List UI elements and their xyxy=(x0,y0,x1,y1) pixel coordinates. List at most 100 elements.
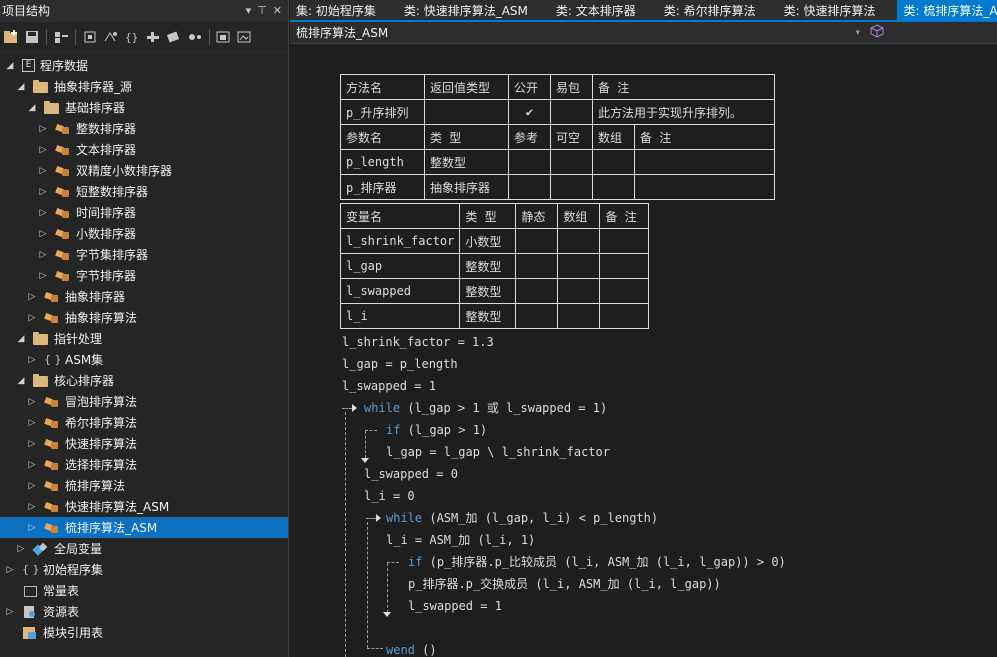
add-member-icon[interactable] xyxy=(144,28,162,46)
expand-arrow-icon[interactable]: ▷ xyxy=(15,543,27,555)
var-note-cell[interactable] xyxy=(599,278,650,304)
tree-item[interactable]: ▷ 希尔排序算法 xyxy=(0,412,288,433)
var-name-cell[interactable]: l_i xyxy=(339,303,461,329)
close-icon[interactable]: ✕ xyxy=(273,0,282,22)
tree-item[interactable]: ◢ 基础排序器 xyxy=(0,97,288,118)
collapse-arrow-icon[interactable]: ◢ xyxy=(15,81,27,93)
var-static-cell[interactable] xyxy=(515,278,559,304)
tree-item[interactable]: ▷ 抽象排序器 xyxy=(0,286,288,307)
var-array-cell[interactable] xyxy=(557,228,601,254)
code-line-while[interactable]: while (l_gap > 1 或 l_swapped = 1) xyxy=(364,399,607,417)
code-line[interactable]: l_swapped = 0 xyxy=(364,465,458,483)
tab-text-sorter[interactable]: 类: 文本排序器 xyxy=(550,0,642,20)
expand-arrow-icon[interactable]: ▷ xyxy=(37,228,49,240)
code-line[interactable]: l_swapped = 1 xyxy=(408,597,502,615)
cube-icon[interactable] xyxy=(870,24,884,41)
code-line[interactable]: l_i = 0 xyxy=(364,487,415,505)
expand-arrow-icon[interactable]: ▷ xyxy=(4,606,16,618)
tree-item[interactable]: ▷ 资源表 xyxy=(0,601,288,622)
add-constant-icon[interactable] xyxy=(186,28,204,46)
code-line[interactable]: l_shrink_factor = 1.3 xyxy=(342,333,494,351)
tree-item[interactable]: ▷ 选择排序算法 xyxy=(0,454,288,475)
var-static-cell[interactable] xyxy=(515,253,559,279)
expand-arrow-icon[interactable]: ▷ xyxy=(26,291,38,303)
param-null-cell[interactable] xyxy=(550,149,593,175)
add-brace-icon[interactable]: {} xyxy=(123,28,141,46)
param-ref-cell[interactable] xyxy=(508,174,551,200)
tab-quicksort-asm[interactable]: 类: 快速排序算法_ASM xyxy=(398,0,534,20)
code-editor[interactable]: 方法名 返回值类型 公开 易包 备 注 p_升序排列 ✔ 此方法用于实现升序排列… xyxy=(290,46,997,657)
expand-arrow-icon[interactable]: ▷ xyxy=(26,501,38,513)
tree-item[interactable]: ▷ 快速排序算法 xyxy=(0,433,288,454)
code-line-if[interactable]: if (p_排序器.p_比较成员 (l_i, ASM_加 (l_i, l_gap… xyxy=(408,553,786,571)
panel-menu-icon[interactable]: ▾ xyxy=(246,0,252,22)
code-line[interactable]: l_gap = p_length xyxy=(342,355,458,373)
param-array-cell[interactable] xyxy=(592,149,635,175)
add-class-icon[interactable] xyxy=(52,28,70,46)
code-line[interactable]: l_gap = l_gap \ l_shrink_factor xyxy=(386,443,610,461)
param-type-cell[interactable]: 抽象排序器 xyxy=(424,174,509,200)
expand-arrow-icon[interactable]: ▷ xyxy=(26,459,38,471)
add-image-icon[interactable] xyxy=(236,28,254,46)
new-folder-icon[interactable] xyxy=(2,28,20,46)
public-check-cell[interactable]: ✔ xyxy=(508,99,551,125)
tree-item[interactable]: 常量表 xyxy=(0,580,288,601)
tree-item[interactable]: ▷ 字节集排序器 xyxy=(0,244,288,265)
var-static-cell[interactable] xyxy=(515,228,559,254)
tree-item[interactable]: ◢ 抽象排序器_源 xyxy=(0,76,288,97)
pin-icon[interactable]: ⊤ xyxy=(257,0,267,22)
code-line[interactable]: l_swapped = 1 xyxy=(342,377,436,395)
add-variable-icon[interactable] xyxy=(165,28,183,46)
easy-pack-cell[interactable] xyxy=(550,99,593,125)
tree-item[interactable]: ▷ 梳排序算法_ASM xyxy=(0,517,288,538)
param-array-cell[interactable] xyxy=(592,174,635,200)
expand-arrow-icon[interactable]: ▷ xyxy=(26,480,38,492)
tree-item[interactable]: 模块引用表 xyxy=(0,622,288,643)
expand-arrow-icon[interactable]: ▷ xyxy=(37,249,49,261)
tree-item[interactable]: ▷ 冒泡排序算法 xyxy=(0,391,288,412)
add-resource-icon[interactable] xyxy=(215,28,233,46)
return-type-cell[interactable] xyxy=(424,99,509,125)
expand-arrow-icon[interactable]: ▷ xyxy=(37,123,49,135)
param-note-cell[interactable] xyxy=(634,174,775,200)
param-ref-cell[interactable] xyxy=(508,149,551,175)
expand-arrow-icon[interactable]: ▷ xyxy=(37,186,49,198)
var-type-cell[interactable]: 小数型 xyxy=(459,228,517,254)
code-line-wend[interactable]: wend () xyxy=(386,641,437,657)
expand-arrow-icon[interactable]: ▷ xyxy=(37,144,49,156)
expand-arrow-icon[interactable]: ▷ xyxy=(37,165,49,177)
code-line[interactable]: l_i = ASM_加 (l_i, 1) xyxy=(386,531,535,549)
collapse-arrow-icon[interactable]: ◢ xyxy=(26,102,38,114)
var-note-cell[interactable] xyxy=(599,253,650,279)
var-array-cell[interactable] xyxy=(557,253,601,279)
code-line-while[interactable]: while (ASM_加 (l_gap, l_i) < p_length) xyxy=(386,509,658,527)
var-note-cell[interactable] xyxy=(599,303,650,329)
var-array-cell[interactable] xyxy=(557,278,601,304)
var-name-cell[interactable]: l_swapped xyxy=(339,278,461,304)
param-name-cell[interactable]: p_排序器 xyxy=(340,174,425,200)
method-note-cell[interactable]: 此方法用于实现升序排列。 xyxy=(592,99,775,125)
method-name-cell[interactable]: p_升序排列 xyxy=(340,99,425,125)
tab-comb-sort-asm[interactable]: 类: 梳排序算法_ASM xyxy=(897,0,997,20)
tab-quicksort[interactable]: 类: 快速排序算法 xyxy=(778,0,882,20)
chevron-down-icon[interactable]: ▾ xyxy=(855,28,860,38)
tree-item[interactable]: ▷ 小数排序器 xyxy=(0,223,288,244)
tab-shell-sort[interactable]: 类: 希尔排序算法 xyxy=(658,0,762,20)
collapse-arrow-icon[interactable]: ◢ xyxy=(15,375,27,387)
var-array-cell[interactable] xyxy=(557,303,601,329)
param-note-cell[interactable] xyxy=(634,149,775,175)
collapse-arrow-icon[interactable]: ◢ xyxy=(15,333,27,345)
tree-item[interactable]: ▷ 短整数排序器 xyxy=(0,181,288,202)
tree-item[interactable]: ▷ 抽象排序算法 xyxy=(0,307,288,328)
expand-arrow-icon[interactable]: ▷ xyxy=(37,207,49,219)
expand-arrow-icon[interactable]: ▷ xyxy=(26,417,38,429)
collapse-arrow-icon[interactable]: ◢ xyxy=(4,60,16,72)
expand-arrow-icon[interactable]: ▷ xyxy=(26,438,38,450)
tree-item[interactable]: ▷ 整数排序器 xyxy=(0,118,288,139)
param-type-cell[interactable]: 整数型 xyxy=(424,149,509,175)
var-name-cell[interactable]: l_shrink_factor xyxy=(339,228,461,254)
var-type-cell[interactable]: 整数型 xyxy=(459,303,517,329)
tree-item[interactable]: ▷ 双精度小数排序器 xyxy=(0,160,288,181)
expand-arrow-icon[interactable]: ▷ xyxy=(37,270,49,282)
expand-arrow-icon[interactable]: ▷ xyxy=(26,312,38,324)
